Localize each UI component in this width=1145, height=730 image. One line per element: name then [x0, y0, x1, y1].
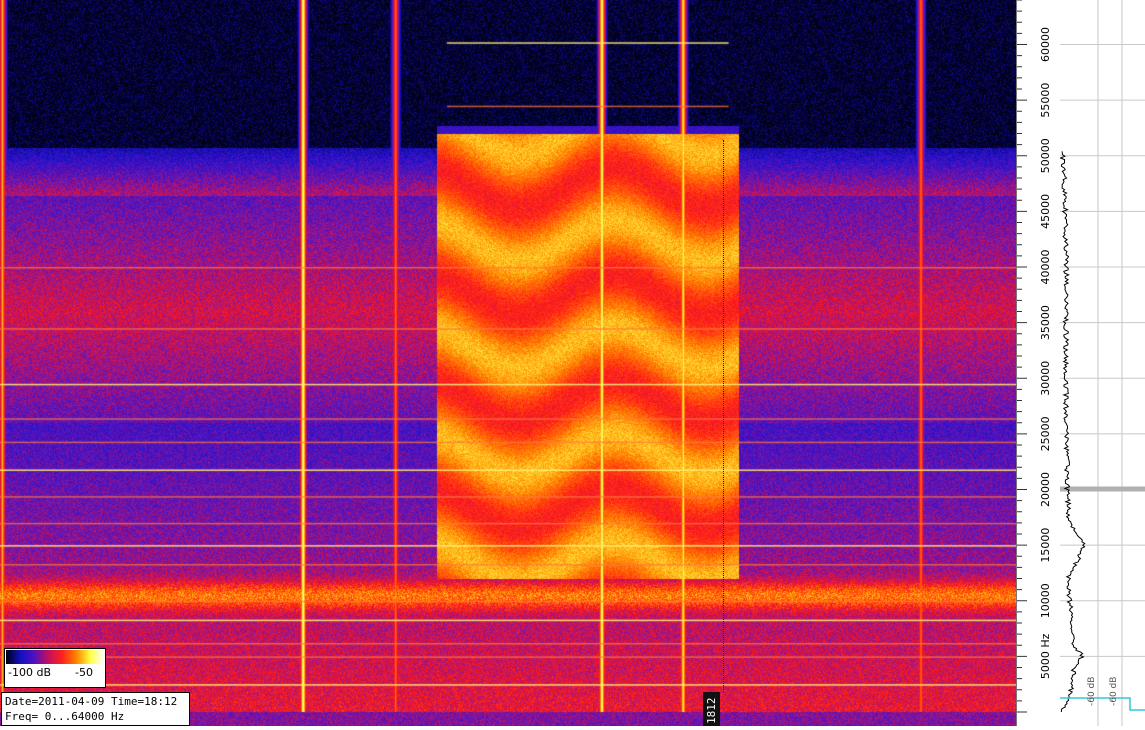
- freq-tick-label: 35000: [1039, 305, 1052, 340]
- freq-tick-label: 10000: [1039, 583, 1052, 618]
- freq-tick-label: 50000: [1039, 138, 1052, 173]
- freq-range-label: Freq= 0...64000 Hz: [5, 710, 125, 723]
- frequency-axis: 5000 Hz 10000 15000 20000 25000 30000 35000 400…: [1016, 0, 1061, 726]
- freq-tick-label: 40000: [1039, 250, 1052, 285]
- spectrum-axis-label: -60 dB: [1109, 677, 1119, 706]
- spectrum-cursor-line: [1060, 697, 1145, 711]
- color-legend: -100 dB -50: [4, 648, 106, 688]
- spectrum-axis-label: -60 dB: [1087, 677, 1097, 706]
- freq-tick-label: 20000: [1039, 472, 1052, 507]
- spectrum-profile-line: [1059, 151, 1086, 712]
- legend-min-label: -100 dB: [8, 666, 51, 679]
- time-marker-label: 1812: [705, 697, 718, 725]
- legend-max-label: -50: [75, 666, 93, 679]
- time-marker[interactable]: 1812: [703, 692, 720, 726]
- color-legend-gradient: [6, 650, 104, 664]
- freq-tick-label: 30000: [1039, 361, 1052, 396]
- freq-tick-label: 55000: [1039, 83, 1052, 118]
- freq-tick-label: 5000 Hz: [1039, 633, 1052, 679]
- spectrum-marker-band: [1060, 486, 1145, 492]
- info-panel: Date=2011-04-09 Time=18:12 Freq= 0...640…: [1, 692, 190, 726]
- freq-tick-label: 45000: [1039, 194, 1052, 229]
- date-time-label: Date=2011-04-09 Time=18:12: [5, 695, 178, 708]
- spectrum-panel: -60 dB -60 dB: [1059, 0, 1145, 726]
- spectrum-plot: -60 dB -60 dB: [1059, 0, 1145, 726]
- freq-tick-label: 60000: [1039, 27, 1052, 62]
- freq-tick-label: 25000: [1039, 416, 1052, 451]
- freq-tick-label: 15000: [1039, 528, 1052, 563]
- spectrogram-heatmap[interactable]: [0, 0, 1016, 726]
- time-marker-line: [723, 140, 724, 692]
- frequency-axis-ticks: 5000 Hz 10000 15000 20000 25000 30000 35000 400…: [1017, 0, 1052, 713]
